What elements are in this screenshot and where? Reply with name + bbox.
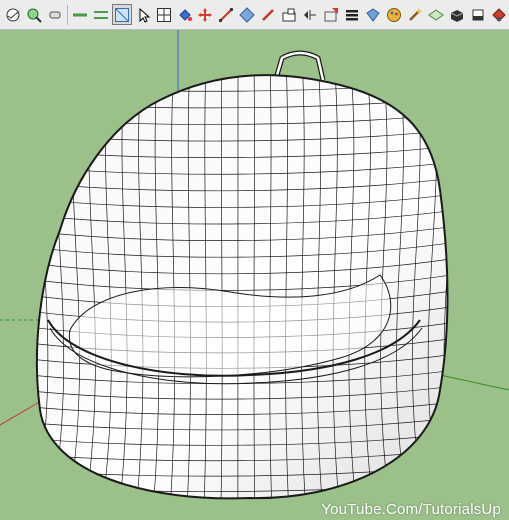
tool-layers[interactable] <box>342 4 362 25</box>
mesh-edge <box>20 64 470 75</box>
tool-styles[interactable] <box>384 4 404 25</box>
tool-tape[interactable] <box>279 4 299 25</box>
tool-drape[interactable] <box>321 4 341 25</box>
line-style-icon <box>93 10 108 19</box>
sandbox-icon <box>366 7 380 22</box>
mesh-edge <box>36 75 49 499</box>
tool-pointer[interactable] <box>133 4 153 25</box>
tool-push-pull[interactable] <box>237 4 257 25</box>
tool-eraser[interactable] <box>45 4 65 25</box>
tool-sandbox[interactable] <box>363 4 383 25</box>
extrude-icon <box>450 9 464 22</box>
tool-paint-bucket[interactable] <box>175 4 195 25</box>
mesh-edge <box>17 60 32 510</box>
tool-eraser-2[interactable] <box>468 4 488 25</box>
tool-plane[interactable] <box>426 4 446 25</box>
tool-line-style-1[interactable] <box>70 4 90 25</box>
scene-canvas[interactable] <box>0 30 509 520</box>
watermark-text: YouTube.Com/TutorialsUp <box>321 501 501 518</box>
stamp-icon <box>492 7 506 22</box>
select-box-icon <box>114 7 129 22</box>
push-pull-icon <box>239 6 256 23</box>
layers-icon <box>346 9 359 20</box>
move-icon <box>198 7 213 22</box>
beanbag-chair-model[interactable] <box>17 60 470 520</box>
tool-orbit[interactable] <box>3 4 23 25</box>
tool-wand[interactable] <box>405 4 425 25</box>
pencil-icon <box>262 8 275 21</box>
toolbar-separator <box>66 4 68 25</box>
tape-icon <box>282 8 296 21</box>
wand-icon <box>409 7 423 21</box>
tool-select-box[interactable] <box>111 4 132 25</box>
tool-follow-me[interactable] <box>300 4 320 25</box>
tool-line[interactable] <box>216 4 236 25</box>
line-icon <box>219 7 234 22</box>
modeling-viewport[interactable]: YouTube.Com/TutorialsUp <box>0 30 509 520</box>
tool-line-style-2[interactable] <box>91 4 111 25</box>
tool-move[interactable] <box>196 4 216 25</box>
zoom-icon <box>27 8 42 23</box>
tool-extrude[interactable] <box>447 4 467 25</box>
styles-icon <box>387 7 402 22</box>
tool-stamp[interactable] <box>489 4 509 25</box>
eraser-icon <box>472 9 484 20</box>
drape-icon <box>324 7 339 21</box>
pointer-icon <box>139 7 150 23</box>
line-style-icon <box>72 13 87 16</box>
follow-me-icon <box>304 9 317 20</box>
tool-zoom[interactable] <box>24 4 44 25</box>
green-axis-2 <box>439 374 509 391</box>
tool-grid[interactable] <box>154 4 174 25</box>
eraser-icon <box>49 11 61 18</box>
grid-icon <box>156 7 171 22</box>
toolbar <box>0 0 509 30</box>
plane-icon <box>428 8 444 21</box>
tool-pencil[interactable] <box>258 4 278 25</box>
orbit-icon <box>6 8 20 21</box>
paint-bucket-icon <box>178 8 192 21</box>
